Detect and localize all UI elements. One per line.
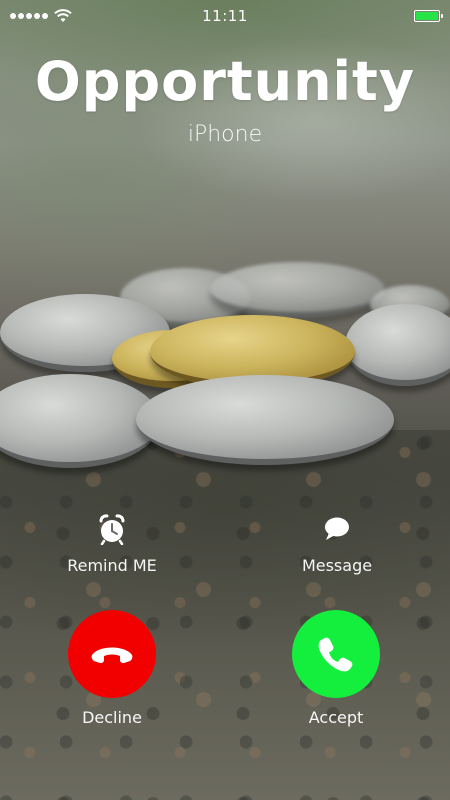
battery-level — [416, 12, 438, 20]
message-button[interactable]: Message — [267, 512, 407, 575]
decline-label: Decline — [82, 708, 142, 727]
status-time: 11:11 — [202, 7, 248, 25]
remind-me-button[interactable]: Remind ME — [42, 512, 182, 575]
phone-icon — [318, 637, 353, 672]
accept-action: Accept — [266, 610, 406, 727]
caller-subtitle: iPhone — [187, 122, 263, 147]
coin-image — [210, 262, 385, 318]
phone-hangup-icon — [91, 647, 133, 664]
accept-button[interactable] — [292, 610, 380, 698]
speech-bubble-icon — [323, 512, 351, 546]
status-bar: 11:11 — [0, 0, 450, 32]
decline-action: Decline — [42, 610, 182, 727]
message-label: Message — [301, 556, 373, 575]
accept-label: Accept — [308, 708, 364, 727]
coin-image — [136, 375, 394, 465]
alarm-clock-icon — [98, 512, 126, 546]
caller-name: Opportunity — [34, 50, 416, 113]
decline-button[interactable] — [68, 610, 156, 698]
remind-me-label: Remind ME — [67, 556, 157, 575]
battery-icon — [414, 10, 443, 22]
